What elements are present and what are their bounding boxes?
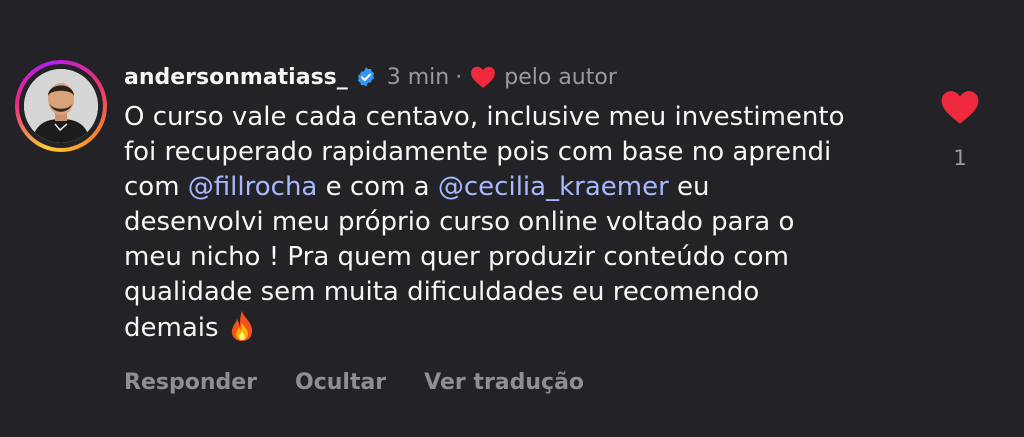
comment-line: meu nicho ! Pra quem quer produzir conte…: [124, 240, 914, 275]
username[interactable]: andersonmatiass_: [124, 65, 348, 90]
comment-time: 3 min: [386, 64, 450, 90]
comment-text: O curso vale cada centavo, inclusive meu…: [124, 100, 914, 346]
fire-emoji-icon: [227, 310, 257, 342]
comment-line: demais: [124, 310, 914, 346]
avatar-photo: [24, 69, 98, 143]
avatar[interactable]: [15, 60, 107, 152]
translate-button[interactable]: Ver tradução: [424, 370, 584, 395]
comment-line: foi recuperado rapidamente pois com base…: [124, 135, 914, 170]
comment-text-segment: foi recuperado rapidamente pois com base…: [124, 137, 832, 167]
comment-text-segment: O curso vale cada centavo, inclusive meu…: [124, 102, 845, 132]
mention-link[interactable]: @fillrocha: [188, 172, 318, 202]
like-count[interactable]: 1: [940, 146, 980, 170]
hide-button[interactable]: Ocultar: [295, 370, 386, 395]
comment-line: O curso vale cada centavo, inclusive meu…: [124, 100, 914, 135]
avatar-image: [24, 69, 98, 143]
comment-header: andersonmatiass_ 3 min · pelo autor: [124, 58, 617, 96]
liked-by-author-label: pelo autor: [504, 64, 617, 90]
like-button[interactable]: [940, 88, 980, 126]
comment-actions: Responder Ocultar Ver tradução: [124, 364, 622, 400]
separator-dot: ·: [455, 64, 463, 90]
comment-text-segment: qualidade sem muita dificuldades eu reco…: [124, 277, 760, 307]
comment-text-segment: com: [124, 172, 188, 202]
comment-text-segment: desenvolvi meu próprio curso online volt…: [124, 207, 795, 237]
verified-badge-icon: [355, 66, 377, 88]
comment-text-segment: meu nicho ! Pra quem quer produzir conte…: [124, 242, 789, 272]
heart-icon: [470, 65, 496, 89]
comment-text-segment: demais: [124, 313, 219, 343]
heart-icon: [941, 91, 979, 124]
reply-button[interactable]: Responder: [124, 370, 257, 395]
comment-text-segment: e com a: [317, 172, 438, 202]
mention-link[interactable]: @cecilia_kraemer: [438, 172, 669, 202]
comment-line: desenvolvi meu próprio curso online volt…: [124, 205, 914, 240]
comment-line: com @fillrocha e com a @cecilia_kraemer …: [124, 170, 914, 205]
comment-text-segment: eu: [668, 172, 710, 202]
comment-line: qualidade sem muita dificuldades eu reco…: [124, 275, 914, 310]
